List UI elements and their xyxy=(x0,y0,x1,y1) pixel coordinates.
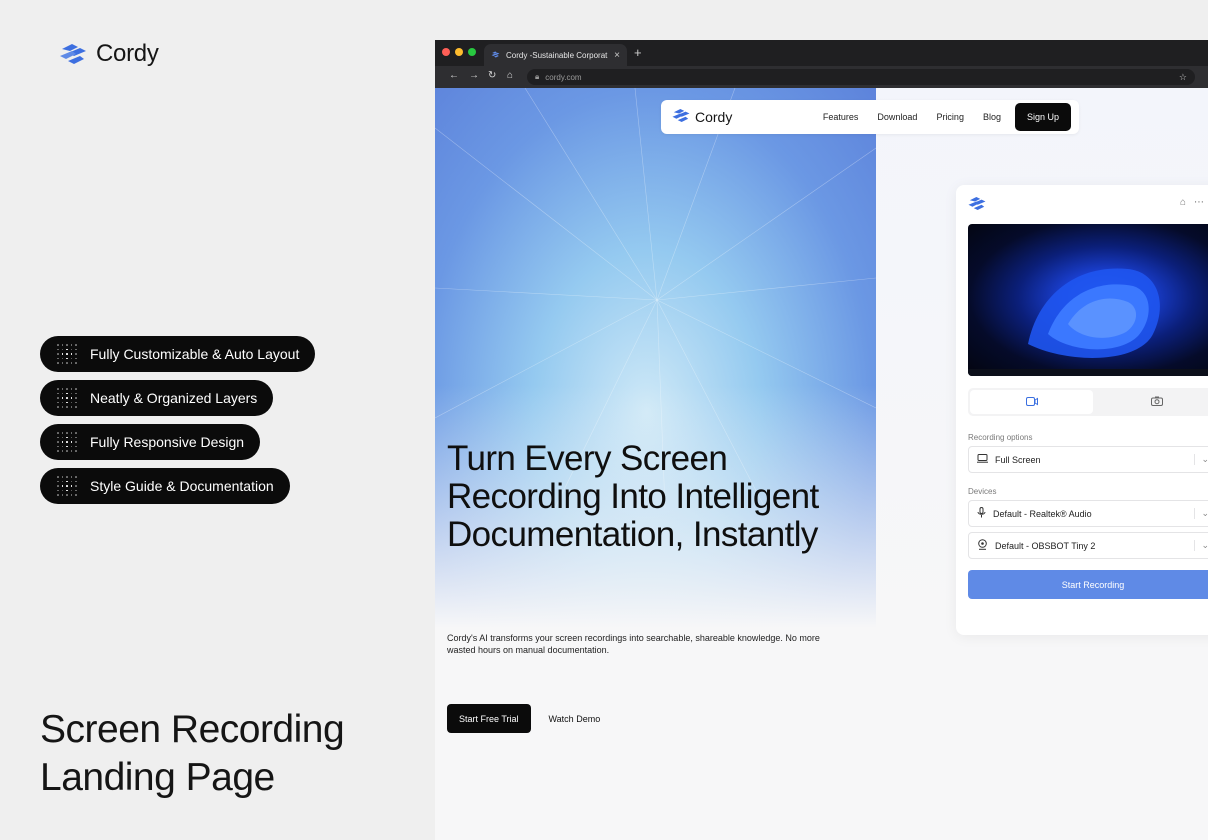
feature-pill: Fully Responsive Design xyxy=(40,424,261,460)
dot-grid-icon xyxy=(56,475,78,497)
tab-title: Cordy -Sustainable Corporat... xyxy=(506,50,609,60)
watch-demo-button[interactable]: Watch Demo xyxy=(549,714,601,724)
chevron-down-icon: ⌄ xyxy=(1194,508,1208,519)
new-tab-icon[interactable]: + xyxy=(634,45,642,60)
cordy-logo-icon xyxy=(967,196,987,216)
hero-subtext-line: Cordy's AI transforms your screen record… xyxy=(447,633,820,643)
hero-headline-line: Turn Every Screen xyxy=(447,439,728,478)
recorder-app-card: ⌂ ⋯ Recording options Full Screen ⌄ Devi… xyxy=(956,185,1208,635)
brand: Cordy xyxy=(58,40,159,68)
home-icon[interactable]: ⌂ xyxy=(507,70,513,81)
audio-device-value: Default - Realtek® Audio xyxy=(993,508,1092,519)
webcam-icon xyxy=(977,539,988,552)
favicon-icon xyxy=(491,50,500,61)
camera-device-select[interactable]: Default - OBSBOT Tiny 2 ⌄ xyxy=(968,532,1208,559)
site-brand[interactable]: Cordy xyxy=(671,107,732,127)
brand-name: Cordy xyxy=(96,40,159,67)
forward-icon[interactable]: → xyxy=(469,70,479,81)
audio-device-select[interactable]: Default - Realtek® Audio ⌄ xyxy=(968,500,1208,527)
start-recording-button[interactable]: Start Recording xyxy=(968,570,1208,599)
dot-grid-icon xyxy=(56,387,78,409)
back-icon[interactable]: ← xyxy=(449,70,459,81)
recording-option-select[interactable]: Full Screen ⌄ xyxy=(968,446,1208,473)
nav-link-features[interactable]: Features xyxy=(823,112,859,122)
maximize-window-button[interactable] xyxy=(468,48,476,56)
hero-headline-line: Recording Into Intelligent xyxy=(447,477,819,516)
recording-options-label: Recording options xyxy=(968,433,1033,442)
wallpaper-bloom xyxy=(1028,268,1160,358)
chevron-down-icon: ⌄ xyxy=(1194,540,1208,551)
page-title-line: Landing Page xyxy=(40,756,275,799)
more-icon[interactable]: ⋯ xyxy=(1194,197,1204,208)
site-navbar: Cordy Features Download Pricing Blog Sig… xyxy=(661,100,1079,134)
feature-label: Fully Responsive Design xyxy=(90,434,245,450)
url-text: cordy.com xyxy=(545,72,582,82)
minimize-window-button[interactable] xyxy=(455,48,463,56)
sign-up-button[interactable]: Sign Up xyxy=(1014,103,1071,131)
feature-pill: Style Guide & Documentation xyxy=(40,468,290,504)
nav-link-pricing[interactable]: Pricing xyxy=(936,112,964,122)
nav-link-blog[interactable]: Blog xyxy=(983,112,1001,122)
close-window-button[interactable] xyxy=(442,48,450,56)
camera-icon xyxy=(1150,393,1163,411)
close-tab-icon[interactable]: × xyxy=(614,50,620,61)
hero-cta-group: Start Free Trial Watch Demo xyxy=(447,704,600,733)
page-title: Screen Recording Landing Page xyxy=(40,706,345,802)
browser-tab[interactable]: Cordy -Sustainable Corporat... × xyxy=(484,44,627,66)
site-brand-name: Cordy xyxy=(695,109,733,125)
tab-bar: Cordy -Sustainable Corporat... × + xyxy=(435,40,1208,66)
taskbar xyxy=(968,369,1208,376)
capture-mode-toggle xyxy=(968,388,1208,416)
lock-icon: 🔒︎ xyxy=(535,72,540,81)
window-controls xyxy=(442,48,476,56)
reload-icon[interactable]: ↻ xyxy=(488,70,496,81)
hero-subtext-line: wasted hours on manual documentation. xyxy=(447,645,610,655)
home-icon[interactable]: ⌂ xyxy=(1180,197,1186,208)
cordy-logo-icon xyxy=(671,107,691,127)
app-logo xyxy=(967,195,987,217)
nav-link-download[interactable]: Download xyxy=(877,112,917,122)
feature-label: Fully Customizable & Auto Layout xyxy=(90,346,300,362)
address-bar-row: ← → ↻ ⌂ 🔒︎ cordy.com ☆ xyxy=(435,66,1208,88)
devices-label: Devices xyxy=(968,487,997,496)
feature-list: Fully Customizable & Auto Layout Neatly … xyxy=(40,336,316,504)
video-mode-tab[interactable] xyxy=(970,390,1093,414)
bookmark-star-icon[interactable]: ☆ xyxy=(1179,72,1187,83)
cordy-logo-icon xyxy=(58,41,88,67)
hero-headline-line: Documentation, Instantly xyxy=(447,515,818,554)
camera-device-value: Default - OBSBOT Tiny 2 xyxy=(995,540,1096,551)
monitor-icon xyxy=(977,454,988,465)
hero-subtext: Cordy's AI transforms your screen record… xyxy=(447,632,847,656)
recording-option-value: Full Screen xyxy=(995,454,1041,465)
video-icon xyxy=(1025,393,1038,411)
screenshot-mode-tab[interactable] xyxy=(1095,388,1208,416)
browser-window: Cordy -Sustainable Corporat... × + ← → ↻… xyxy=(435,40,1208,840)
microphone-icon xyxy=(977,507,986,520)
hero-headline: Turn Every Screen Recording Into Intelli… xyxy=(447,440,867,554)
dot-grid-icon xyxy=(56,343,78,365)
page-title-line: Screen Recording xyxy=(40,708,345,751)
feature-label: Neatly & Organized Layers xyxy=(90,390,258,406)
start-free-trial-button[interactable]: Start Free Trial xyxy=(447,704,531,733)
card-toolbar: ⌂ ⋯ xyxy=(1180,197,1204,208)
nav-links: Features Download Pricing Blog xyxy=(823,112,1001,122)
feature-pill: Neatly & Organized Layers xyxy=(40,380,274,416)
page-viewport: Cordy Features Download Pricing Blog Sig… xyxy=(435,88,1208,840)
feature-pill: Fully Customizable & Auto Layout xyxy=(40,336,316,372)
screen-preview xyxy=(968,224,1208,376)
feature-label: Style Guide & Documentation xyxy=(90,478,274,494)
url-field[interactable]: 🔒︎ cordy.com ☆ xyxy=(527,69,1195,85)
dot-grid-icon xyxy=(56,431,78,453)
chevron-down-icon: ⌄ xyxy=(1194,454,1208,465)
